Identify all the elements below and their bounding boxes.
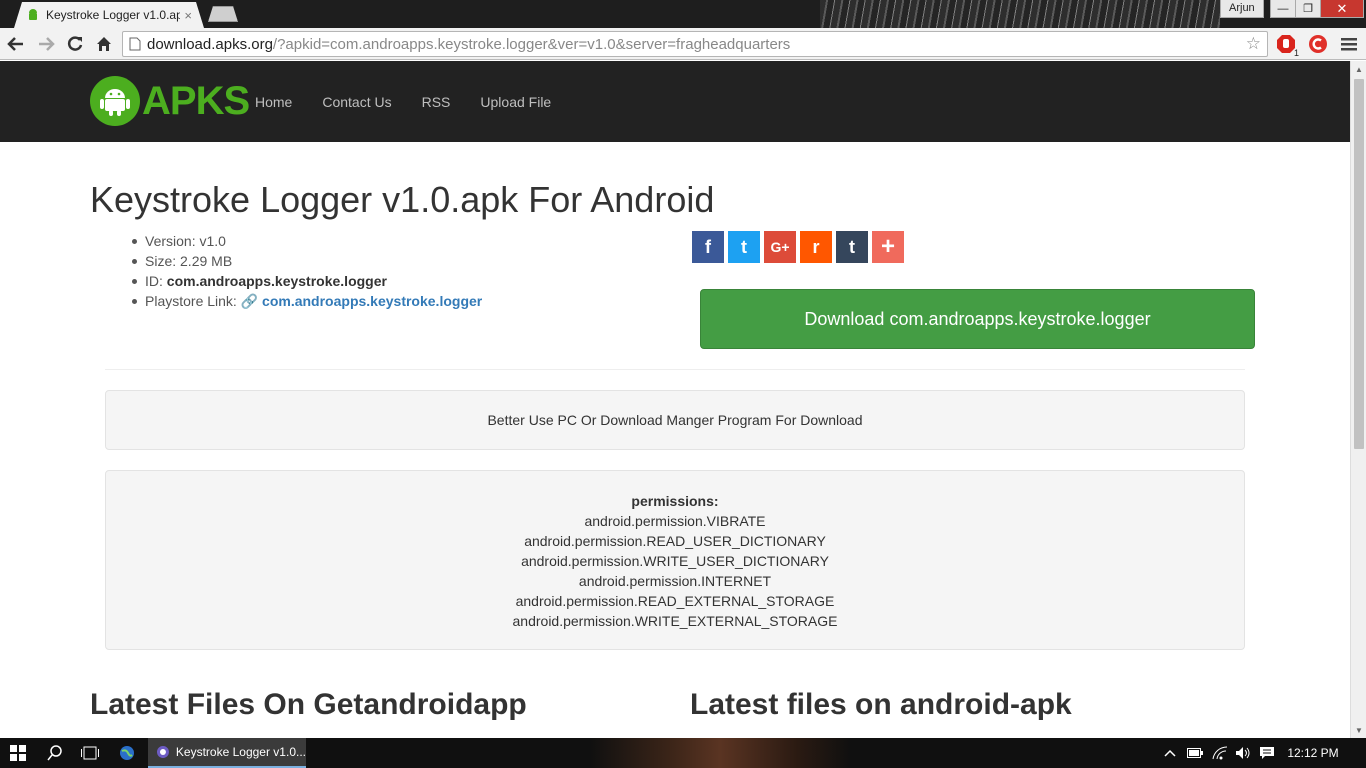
- tumblr-share-icon[interactable]: t: [836, 231, 868, 263]
- theme-background: [820, 0, 1220, 28]
- page-icon: [129, 37, 141, 51]
- permission-item: android.permission.VIBRATE: [584, 513, 766, 529]
- permission-item: android.permission.READ_EXTERNAL_STORAGE: [515, 593, 835, 609]
- scroll-up-icon[interactable]: ▲: [1351, 61, 1366, 77]
- volume-icon[interactable]: [1232, 738, 1254, 768]
- version-item: Version: v1.0: [131, 231, 482, 251]
- link-icon: 🔗: [240, 293, 263, 309]
- google-plus-share-icon[interactable]: G+: [764, 231, 796, 263]
- bookmark-star-icon[interactable]: ☆: [1246, 34, 1261, 54]
- id-label: ID:: [145, 273, 167, 289]
- logo-text: APKS: [142, 78, 250, 123]
- globe-icon: [120, 746, 134, 760]
- site-logo[interactable]: APKS: [90, 76, 250, 126]
- divider: [105, 369, 1245, 370]
- menu-icon[interactable]: [1338, 33, 1360, 55]
- c-extension-icon[interactable]: [1307, 33, 1329, 55]
- adblock-extension-icon[interactable]: 1: [1275, 33, 1299, 58]
- latest-files-getandroidapp-heading: Latest Files On Getandroidapp: [90, 688, 527, 721]
- forward-button[interactable]: [34, 32, 58, 56]
- more-share-icon[interactable]: +: [872, 231, 904, 263]
- taskbar-browser-app[interactable]: Keystroke Logger v1.0...: [148, 738, 306, 768]
- home-button[interactable]: [92, 32, 116, 56]
- action-center-icon[interactable]: [1256, 738, 1278, 768]
- windows-taskbar: Keystroke Logger v1.0... 12:12 PM: [0, 738, 1366, 768]
- wallpaper-strip: [590, 738, 850, 768]
- clock[interactable]: 12:12 PM: [1283, 738, 1343, 768]
- browser-tab[interactable]: Keystroke Logger v1.0.apk ×: [14, 2, 204, 28]
- extension-badge: 1: [1293, 48, 1299, 58]
- permission-item: android.permission.READ_USER_DICTIONARY: [524, 533, 826, 549]
- browser-app-icon: [156, 746, 169, 758]
- page-viewport: APKS Home Contact Us RSS Upload File Key…: [0, 61, 1350, 738]
- apk-info-list: Version: v1.0 Size: 2.29 MB ID: com.andr…: [131, 231, 483, 311]
- search-button[interactable]: [40, 738, 70, 768]
- reload-icon: [67, 36, 83, 51]
- new-tab-button[interactable]: [208, 6, 238, 22]
- permissions-panel: permissions: android.permission.VIBRATE …: [105, 470, 1245, 650]
- battery-icon[interactable]: [1184, 738, 1206, 768]
- profile-button[interactable]: Arjun: [1220, 0, 1264, 18]
- back-arrow-icon: [7, 37, 23, 51]
- android-favicon-icon: [26, 8, 40, 22]
- permission-item: android.permission.WRITE_EXTERNAL_STORAG…: [512, 613, 838, 629]
- tray-chevron-icon[interactable]: [1160, 738, 1180, 768]
- scroll-down-icon[interactable]: ▼: [1351, 722, 1366, 738]
- wifi-icon[interactable]: [1208, 738, 1232, 768]
- playstore-label: Playstore Link:: [145, 293, 241, 309]
- download-button[interactable]: Download com.androapps.keystroke.logger: [700, 289, 1255, 349]
- maximize-button[interactable]: ❐: [1295, 0, 1321, 18]
- tab-title: Keystroke Logger v1.0.apk: [46, 8, 181, 22]
- minimize-button[interactable]: —: [1270, 0, 1296, 18]
- browser-tab-strip: Keystroke Logger v1.0.apk × Arjun — ❐ ✕: [0, 0, 1366, 28]
- scrollbar-thumb[interactable]: [1354, 79, 1364, 449]
- tab-close-icon[interactable]: ×: [184, 8, 192, 23]
- id-item: ID: com.androapps.keystroke.logger: [131, 271, 482, 291]
- url-host: download.apks.org: [147, 35, 273, 53]
- download-notice: Better Use PC Or Download Manger Program…: [105, 390, 1245, 450]
- twitter-share-icon[interactable]: t: [728, 231, 760, 263]
- permission-item: android.permission.WRITE_USER_DICTIONARY: [521, 553, 829, 569]
- nav-home[interactable]: Home: [255, 94, 292, 110]
- back-button[interactable]: [4, 32, 28, 56]
- taskbar-app-title: Keystroke Logger v1.0...: [175, 745, 306, 759]
- nav-links: Home Contact Us RSS Upload File: [255, 61, 581, 142]
- close-window-button[interactable]: ✕: [1320, 0, 1364, 18]
- nav-upload-file[interactable]: Upload File: [480, 94, 551, 110]
- latest-files-android-apk-heading: Latest files on android-apk: [690, 688, 1072, 721]
- permission-item: android.permission.INTERNET: [578, 573, 772, 589]
- browser-toolbar: download.apks.org /?apkid=com.androapps.…: [0, 28, 1366, 60]
- id-value: com.androapps.keystroke.logger: [166, 273, 387, 289]
- globe-app-button[interactable]: [112, 738, 142, 768]
- home-icon: [97, 37, 111, 51]
- site-navbar: APKS Home Contact Us RSS Upload File: [0, 61, 1350, 142]
- nav-rss[interactable]: RSS: [422, 94, 451, 110]
- playstore-link-text: com.androapps.keystroke.logger: [262, 293, 483, 309]
- address-bar[interactable]: download.apks.org /?apkid=com.androapps.…: [122, 31, 1268, 57]
- playstore-link[interactable]: 🔗 com.androapps.keystroke.logger: [241, 293, 483, 309]
- permissions-heading: permissions:: [631, 493, 719, 509]
- facebook-share-icon[interactable]: f: [692, 231, 724, 263]
- playstore-item: Playstore Link: 🔗 com.androapps.keystrok…: [131, 291, 483, 311]
- task-view-icon: [81, 746, 99, 760]
- page-title: Keystroke Logger v1.0.apk For Android: [90, 179, 715, 220]
- reload-button[interactable]: [63, 32, 87, 56]
- share-buttons: f t G+ r t +: [692, 231, 908, 263]
- search-icon: [47, 745, 62, 761]
- android-logo-icon: [90, 76, 140, 126]
- windows-logo-icon: [10, 745, 26, 761]
- forward-arrow-icon: [39, 37, 55, 51]
- task-view-button[interactable]: [75, 738, 105, 768]
- nav-contact-us[interactable]: Contact Us: [322, 94, 391, 110]
- start-button[interactable]: [0, 738, 36, 768]
- size-item: Size: 2.29 MB: [131, 251, 482, 271]
- url-path: /?apkid=com.androapps.keystroke.logger&v…: [272, 35, 791, 53]
- page-scrollbar[interactable]: ▲ ▼: [1350, 61, 1366, 738]
- reddit-share-icon[interactable]: r: [800, 231, 832, 263]
